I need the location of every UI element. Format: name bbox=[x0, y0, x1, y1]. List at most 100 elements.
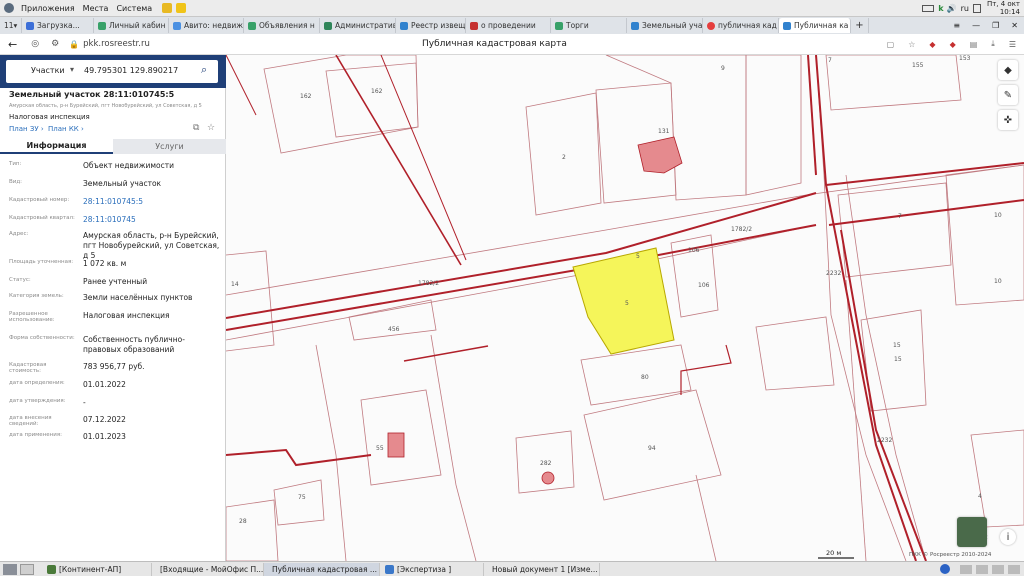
url-field[interactable]: pkk.rosreestr.ru bbox=[83, 39, 150, 49]
tray-workspace-icon[interactable] bbox=[960, 564, 972, 574]
parcel-outline bbox=[755, 316, 835, 391]
browser-tab[interactable]: Объявления н bbox=[244, 18, 320, 33]
page-title: Публичная кадастровая карта bbox=[422, 39, 567, 49]
parcel-outline bbox=[845, 279, 867, 561]
bookmark-star-icon[interactable]: ☆ bbox=[908, 40, 915, 49]
category-select[interactable]: Участки bbox=[31, 66, 65, 75]
taskbar-item-label: Публичная кадастровая ... bbox=[272, 564, 378, 574]
tab-label: Земельный уча bbox=[642, 21, 703, 30]
extension-icon-3[interactable]: ▤ bbox=[970, 40, 978, 49]
taskbar-item[interactable]: [Входящие - МойОфис П... bbox=[152, 562, 264, 576]
parcel-outline bbox=[845, 174, 927, 561]
zoom-to-icon[interactable]: ⧉ bbox=[193, 123, 199, 133]
locate-button[interactable]: ✜ bbox=[998, 110, 1018, 130]
attribute-label: Кадастровый квартал: bbox=[9, 215, 75, 221]
category-dropdown-icon[interactable]: ▾ bbox=[70, 65, 74, 74]
tray-workspace-icon-4[interactable] bbox=[1008, 564, 1020, 574]
browser-tab[interactable]: Загрузка... bbox=[22, 18, 94, 33]
tray-workspace-icon-2[interactable] bbox=[976, 564, 988, 574]
map-parcel-label: 131 bbox=[658, 128, 670, 135]
menu-system[interactable]: Система bbox=[112, 4, 156, 13]
tray-app-icon-2[interactable] bbox=[176, 3, 187, 13]
tab-label: Публичная ка bbox=[794, 21, 849, 30]
cadastral-map[interactable]: 162 162 9 7 155 153 131 2 10 7 10 1782/2 1782/2 2232 1… bbox=[226, 55, 1024, 561]
tab-counter[interactable]: 11 ▾ bbox=[0, 18, 22, 33]
workspace-icon[interactable] bbox=[20, 563, 34, 575]
map-parcel-label: 4 bbox=[978, 493, 982, 500]
shield-icon[interactable]: ◎ bbox=[31, 39, 39, 49]
browser-tab[interactable]: Личный кабин bbox=[94, 18, 169, 33]
tray-browser-icon[interactable] bbox=[940, 564, 950, 574]
browser-tab[interactable]: Реестр извеще bbox=[396, 18, 466, 33]
continent-app-icon bbox=[47, 564, 56, 574]
attribute-value: 1 072 кв. м bbox=[83, 259, 127, 268]
taskbar-item-active[interactable]: Публичная кадастровая ... bbox=[264, 562, 380, 576]
menu-icon[interactable]: ☰ bbox=[1009, 40, 1016, 49]
taskbar-item[interactable]: [Экспертиза ] bbox=[380, 562, 484, 576]
taskbar-item[interactable]: [Континент-АП] bbox=[42, 562, 152, 576]
tab-counter-label: 11 bbox=[4, 21, 14, 30]
volume-icon[interactable]: 🔊 bbox=[947, 4, 957, 13]
tab-information[interactable]: Информация bbox=[0, 139, 113, 154]
bookmarks-icon[interactable]: ≡ bbox=[947, 21, 966, 30]
map-parcel-label: 162 bbox=[371, 88, 383, 95]
tray-app-icon[interactable] bbox=[162, 3, 173, 13]
quarter-boundary bbox=[403, 345, 489, 362]
attribute-value[interactable]: 28:11:010745 bbox=[83, 215, 221, 225]
info-button[interactable]: i bbox=[1000, 529, 1016, 545]
download-icon[interactable]: ⤓ bbox=[991, 39, 995, 49]
tray-workspace-icon-3[interactable] bbox=[992, 564, 1004, 574]
restore-icon[interactable]: ❐ bbox=[986, 21, 1005, 30]
parcel-outline bbox=[226, 499, 279, 561]
selected-parcel[interactable] bbox=[572, 247, 675, 355]
parcel-outline bbox=[745, 55, 802, 196]
tab-label: о проведении bbox=[481, 21, 536, 30]
browser-tab[interactable]: Административ bbox=[320, 18, 396, 33]
document-app-icon bbox=[385, 564, 394, 574]
menu-applications[interactable]: Приложения bbox=[17, 4, 79, 13]
show-desktop-icon[interactable] bbox=[3, 563, 17, 575]
browser-tab[interactable]: Торги bbox=[551, 18, 627, 33]
browser-tab[interactable]: о проведении bbox=[466, 18, 551, 33]
browser-tab[interactable]: Земельный уча bbox=[627, 18, 703, 33]
settings-icon[interactable]: ⚙ bbox=[51, 39, 59, 49]
parcel-outline bbox=[273, 479, 325, 526]
extension-icon[interactable]: ◆ bbox=[929, 40, 935, 49]
apps-icon[interactable] bbox=[4, 3, 14, 13]
attribute-label: Разрешенное использование: bbox=[9, 311, 55, 323]
taskbar-item[interactable]: Новый документ 1 [Изме... bbox=[484, 562, 600, 576]
search-input[interactable]: 49.795301 129.890217 bbox=[84, 66, 178, 75]
tab-services[interactable]: Услуги bbox=[113, 139, 226, 154]
minimize-icon[interactable]: — bbox=[966, 21, 986, 30]
measure-button[interactable]: ✎ bbox=[998, 85, 1018, 105]
browser-tab[interactable]: Авито: недвиж bbox=[169, 18, 244, 33]
attribute-value[interactable]: 28:11:010745:5 bbox=[83, 197, 221, 207]
map-parcel-label: 80 bbox=[641, 374, 649, 381]
map-parcel-label: 5 bbox=[625, 300, 629, 307]
taskbar: [Континент-АП] [Входящие - МойОфис П... … bbox=[0, 561, 1024, 576]
extension-icon-2[interactable]: ◆ bbox=[950, 40, 956, 49]
parcel-subtitle: Амурская область, р-н Бурейский, пгт Нов… bbox=[9, 103, 202, 109]
new-tab-button[interactable]: + bbox=[851, 18, 869, 33]
k-app-icon[interactable]: k bbox=[938, 4, 943, 13]
attribute-label: дата определения: bbox=[9, 380, 65, 386]
parcel-outline bbox=[315, 344, 347, 561]
plan-zu-link[interactable]: План ЗУ › bbox=[9, 125, 44, 133]
close-window-icon[interactable]: ✕ bbox=[1005, 21, 1024, 30]
browser-tab[interactable]: публичная кад bbox=[703, 18, 779, 33]
plan-kk-link[interactable]: План КК › bbox=[48, 125, 84, 133]
menu-places[interactable]: Места bbox=[79, 4, 113, 13]
back-icon[interactable]: ← bbox=[8, 38, 17, 51]
map-canvas[interactable]: 162162971551531312107101782/21782/222321… bbox=[226, 55, 1024, 561]
notes-icon[interactable] bbox=[972, 3, 981, 13]
basemap-thumbnail[interactable] bbox=[957, 517, 987, 547]
search-icon[interactable]: ⌕ bbox=[201, 63, 207, 77]
map-copyright: ПКК © Росреестр 2010-2024 bbox=[909, 552, 992, 558]
tab-label: Объявления н bbox=[259, 21, 315, 30]
favorite-star-icon[interactable]: ☆ bbox=[207, 123, 215, 133]
tabs-icon[interactable]: ▢ bbox=[887, 40, 895, 49]
browser-tab-active[interactable]: Публичная ка× bbox=[779, 18, 851, 33]
layers-button[interactable]: ◆ bbox=[998, 60, 1018, 80]
language-indicator[interactable]: ru bbox=[961, 4, 969, 13]
clock[interactable]: Пт, 4 окт 10:14 bbox=[987, 0, 1020, 16]
